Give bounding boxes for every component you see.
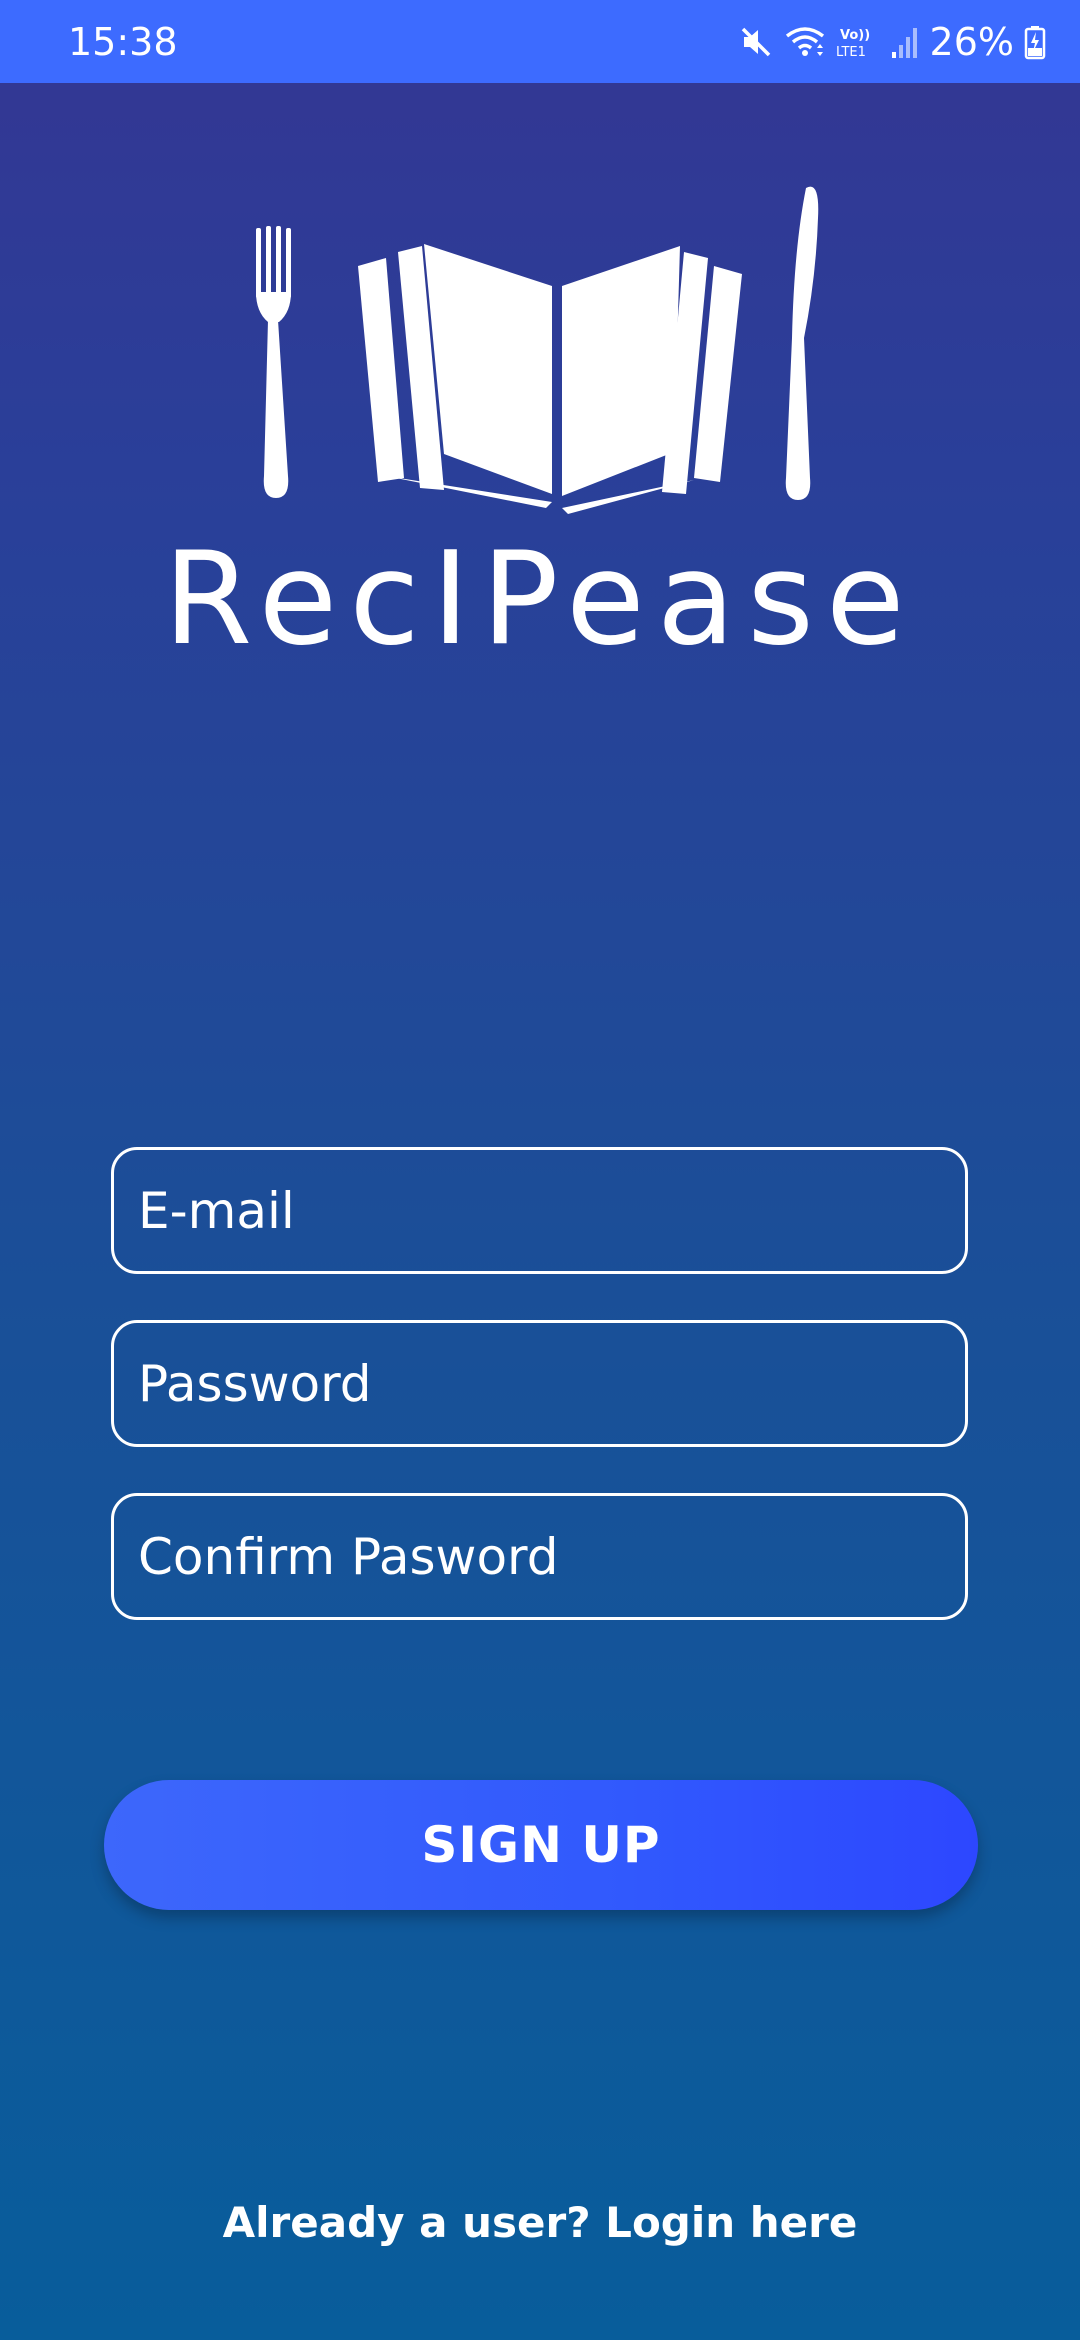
status-time: 15:38 [68, 20, 178, 64]
svg-text:Vo)): Vo)) [840, 28, 870, 43]
svg-text:LTE1: LTE1 [836, 45, 866, 60]
confirm-password-field-container [111, 1493, 968, 1620]
signup-button[interactable]: SIGN UP [104, 1780, 978, 1910]
email-field-container [111, 1147, 968, 1274]
battery-percent: 26% [929, 20, 1014, 64]
app-logo [240, 180, 840, 520]
confirm-password-field[interactable] [114, 1496, 965, 1617]
password-field-container [111, 1320, 968, 1447]
app-wordmark: RecIPease [163, 525, 917, 674]
status-bar: 15:38 Vo)) LTE1 26% [0, 0, 1080, 83]
email-field[interactable] [114, 1150, 965, 1271]
mute-icon [738, 24, 774, 60]
status-icons: Vo)) LTE1 26% [738, 14, 1046, 70]
volte-icon: Vo)) LTE1 [836, 24, 880, 60]
password-field[interactable] [114, 1323, 965, 1444]
login-link[interactable]: Already a user? Login here [0, 2193, 1080, 2253]
recipe-book-fork-knife-icon [256, 186, 819, 514]
battery-charging-icon [1024, 24, 1046, 60]
signal-icon [890, 24, 920, 60]
wifi-icon [784, 24, 826, 60]
